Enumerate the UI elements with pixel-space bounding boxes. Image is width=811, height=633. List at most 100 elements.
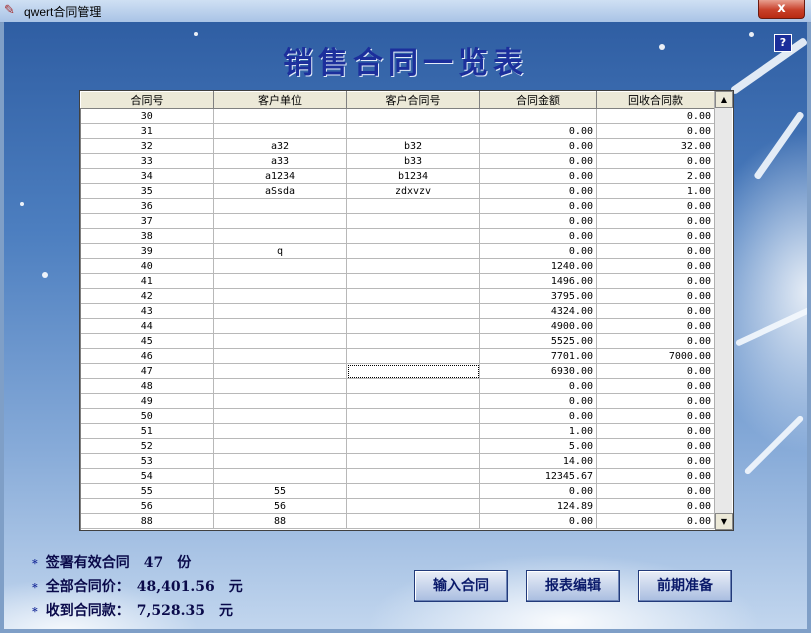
table-cell[interactable]: 35 [80, 183, 214, 199]
table-row[interactable]: 40 1240.00 0.00 [80, 258, 715, 274]
scroll-down-arrow-icon[interactable]: ▼ [715, 513, 733, 530]
table-cell[interactable] [213, 363, 347, 379]
column-header-contract-no[interactable]: 合同号 [80, 91, 214, 109]
table-cell[interactable]: 0.00 [596, 513, 715, 529]
table-row[interactable]: 36 0.00 0.00 [80, 198, 715, 214]
contract-table[interactable]: 合同号 客户单位 客户合同号 合同金额 回收合同款 30 0.00 31 0.00 0.… [79, 90, 734, 531]
table-cell[interactable]: 46 [80, 348, 214, 364]
table-cell[interactable] [213, 453, 347, 469]
table-row[interactable]: 44 4900.00 0.00 [80, 318, 715, 334]
table-cell[interactable]: 14.00 [479, 453, 597, 469]
table-cell[interactable]: 39 [80, 243, 214, 259]
column-header-customer-contract-no[interactable]: 客户合同号 [346, 91, 480, 109]
table-cell[interactable] [346, 228, 480, 244]
table-cell[interactable]: 2.00 [596, 168, 715, 184]
table-cell[interactable]: 1496.00 [479, 273, 597, 289]
table-row[interactable]: 47 6930.00 0.00 [80, 363, 715, 379]
table-cell[interactable]: 32.00 [596, 138, 715, 154]
table-cell[interactable] [346, 303, 480, 319]
table-cell[interactable] [213, 468, 347, 484]
table-cell[interactable] [346, 378, 480, 394]
table-cell[interactable] [346, 423, 480, 439]
table-cell[interactable] [346, 213, 480, 229]
table-cell[interactable] [346, 273, 480, 289]
table-cell[interactable]: 34 [80, 168, 214, 184]
table-cell[interactable] [346, 348, 480, 364]
table-cell[interactable]: 0.00 [596, 408, 715, 424]
table-cell[interactable]: 0.00 [596, 288, 715, 304]
table-cell[interactable]: 0.00 [596, 363, 715, 379]
table-row[interactable]: 35 aSsda zdxvzv 0.00 1.00 [80, 183, 715, 199]
vertical-scrollbar[interactable]: ▲ ▼ [714, 91, 733, 530]
table-row[interactable]: 88 88 0.00 0.00 [80, 513, 715, 529]
table-row[interactable]: 45 5525.00 0.00 [80, 333, 715, 349]
table-row[interactable]: 37 0.00 0.00 [80, 213, 715, 229]
table-cell[interactable]: 53 [80, 453, 214, 469]
table-cell[interactable]: zdxvzv [346, 183, 480, 199]
table-row[interactable]: 33 a33 b33 0.00 0.00 [80, 153, 715, 169]
table-cell[interactable] [346, 513, 480, 529]
table-cell[interactable] [346, 318, 480, 334]
table-cell[interactable]: 42 [80, 288, 214, 304]
table-cell[interactable]: 1.00 [596, 183, 715, 199]
table-cell[interactable]: 31 [80, 123, 214, 139]
table-cell[interactable]: 0.00 [596, 243, 715, 259]
table-cell[interactable]: 0.00 [596, 393, 715, 409]
table-cell[interactable]: 55 [80, 483, 214, 499]
table-cell[interactable]: 48 [80, 378, 214, 394]
table-cell[interactable] [346, 108, 480, 124]
table-row[interactable]: 43 4324.00 0.00 [80, 303, 715, 319]
table-cell[interactable] [346, 123, 480, 139]
table-row[interactable]: 42 3795.00 0.00 [80, 288, 715, 304]
table-row[interactable]: 41 1496.00 0.00 [80, 273, 715, 289]
table-cell[interactable]: 52 [80, 438, 214, 454]
table-cell[interactable]: b32 [346, 138, 480, 154]
table-cell[interactable]: q [213, 243, 347, 259]
table-cell[interactable]: 1240.00 [479, 258, 597, 274]
column-header-received[interactable]: 回收合同款 [596, 91, 715, 109]
table-cell[interactable]: 0.00 [596, 213, 715, 229]
table-cell[interactable]: 0.00 [596, 303, 715, 319]
table-cell[interactable]: 88 [213, 513, 347, 529]
table-row[interactable]: 56 56 124.89 0.00 [80, 498, 715, 514]
table-cell[interactable]: b33 [346, 153, 480, 169]
table-cell[interactable] [213, 393, 347, 409]
table-cell[interactable]: 0.00 [479, 153, 597, 169]
table-row[interactable]: 39 q 0.00 0.00 [80, 243, 715, 259]
scroll-up-arrow-icon[interactable]: ▲ [715, 91, 733, 108]
table-row[interactable]: 53 14.00 0.00 [80, 453, 715, 469]
table-row[interactable]: 48 0.00 0.00 [80, 378, 715, 394]
table-cell[interactable] [213, 303, 347, 319]
table-row[interactable]: 51 1.00 0.00 [80, 423, 715, 439]
table-cell[interactable]: a1234 [213, 168, 347, 184]
table-cell[interactable]: a33 [213, 153, 347, 169]
table-cell[interactable]: 0.00 [479, 243, 597, 259]
table-cell[interactable]: 0.00 [479, 123, 597, 139]
table-cell[interactable]: 3795.00 [479, 288, 597, 304]
table-cell[interactable]: 0.00 [596, 258, 715, 274]
table-cell[interactable] [213, 438, 347, 454]
table-cell[interactable]: aSsda [213, 183, 347, 199]
table-cell[interactable]: 0.00 [596, 333, 715, 349]
table-cell[interactable] [213, 108, 347, 124]
table-cell[interactable] [346, 243, 480, 259]
table-cell[interactable] [346, 468, 480, 484]
table-cell[interactable]: 0.00 [479, 183, 597, 199]
help-button[interactable]: ? [774, 34, 792, 52]
report-edit-button[interactable]: 报表编辑 [526, 570, 620, 602]
table-cell[interactable]: 0.00 [596, 453, 715, 469]
table-row[interactable]: 38 0.00 0.00 [80, 228, 715, 244]
table-row[interactable]: 52 5.00 0.00 [80, 438, 715, 454]
table-cell[interactable]: 0.00 [479, 378, 597, 394]
table-cell[interactable] [346, 363, 480, 379]
table-cell[interactable]: 7701.00 [479, 348, 597, 364]
table-cell[interactable]: 56 [213, 498, 347, 514]
table-cell[interactable] [213, 408, 347, 424]
table-cell[interactable] [213, 213, 347, 229]
table-cell[interactable] [346, 408, 480, 424]
table-cell[interactable]: 37 [80, 213, 214, 229]
table-cell[interactable]: 6930.00 [479, 363, 597, 379]
table-cell[interactable] [346, 438, 480, 454]
table-row[interactable]: 46 7701.00 7000.00 [80, 348, 715, 364]
table-row[interactable]: 31 0.00 0.00 [80, 123, 715, 139]
